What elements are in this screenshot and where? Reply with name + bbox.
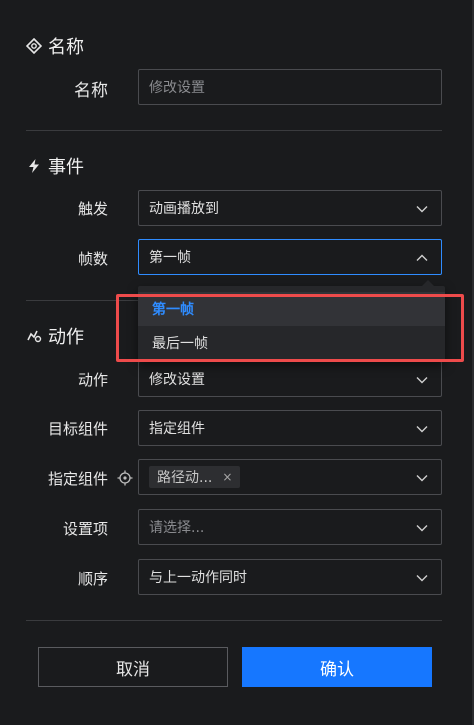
section-name-title: 名称 [25,33,84,59]
target-component-select[interactable]: 指定组件 [138,410,442,446]
section-event-label: 事件 [48,157,84,178]
chevron-down-icon [416,575,428,582]
action-select[interactable]: 修改设置 [138,361,442,397]
specified-component-select[interactable]: 路径动... × [138,459,442,495]
frames-label: 帧数 [77,250,108,268]
trigger-select[interactable]: 动画播放到 [138,190,442,226]
confirm-button[interactable]: 确认 [242,647,432,687]
dropdown-arrow [422,280,434,286]
chevron-down-icon [416,525,428,532]
specified-component-label: 指定组件 [47,470,108,488]
component-tag: 路径动... × [149,466,241,488]
section-name-label: 名称 [48,37,84,58]
lightning-icon [26,158,42,174]
cancel-button[interactable]: 取消 [38,647,228,687]
annotation-highlight-box [116,294,464,362]
chevron-down-icon [416,475,428,482]
component-tag-label: 路径动... [157,470,213,486]
setting-item-label: 设置项 [62,520,108,538]
setting-item-placeholder: 请选择... [149,520,205,536]
target-component-label: 目标组件 [47,420,108,438]
section-action-label: 动作 [48,327,84,348]
trigger-value: 动画播放到 [149,201,219,217]
frames-select[interactable]: 第一帧 [138,239,442,275]
order-value: 与上一动作同时 [149,570,247,586]
diamond-target-icon [25,37,43,55]
name-input[interactable]: 修改设置 [138,69,442,105]
tag-close-icon[interactable]: × [222,470,232,484]
settings-panel: 名称 名称 修改设置 事件 触发 动画播放到 帧数 第一帧 动作 动作 修改设置… [0,0,474,725]
setting-item-select[interactable]: 请选择... [138,509,442,545]
divider [26,620,442,621]
action-icon [26,328,42,344]
action-value: 修改设置 [149,372,205,388]
chevron-up-icon [416,254,428,261]
target-picker-icon[interactable] [117,470,133,486]
chevron-down-icon [416,426,428,433]
section-event-title: 事件 [26,153,84,179]
trigger-label: 触发 [77,200,108,218]
divider [26,130,442,131]
target-component-value: 指定组件 [149,421,205,437]
name-label: 名称 [74,81,108,101]
order-label: 顺序 [77,570,108,588]
chevron-down-icon [416,377,428,384]
order-select[interactable]: 与上一动作同时 [138,559,442,595]
name-placeholder: 修改设置 [149,80,205,96]
section-action-title: 动作 [26,323,84,349]
frames-value: 第一帧 [149,250,191,266]
action-label: 动作 [77,371,108,389]
chevron-down-icon [416,206,428,213]
